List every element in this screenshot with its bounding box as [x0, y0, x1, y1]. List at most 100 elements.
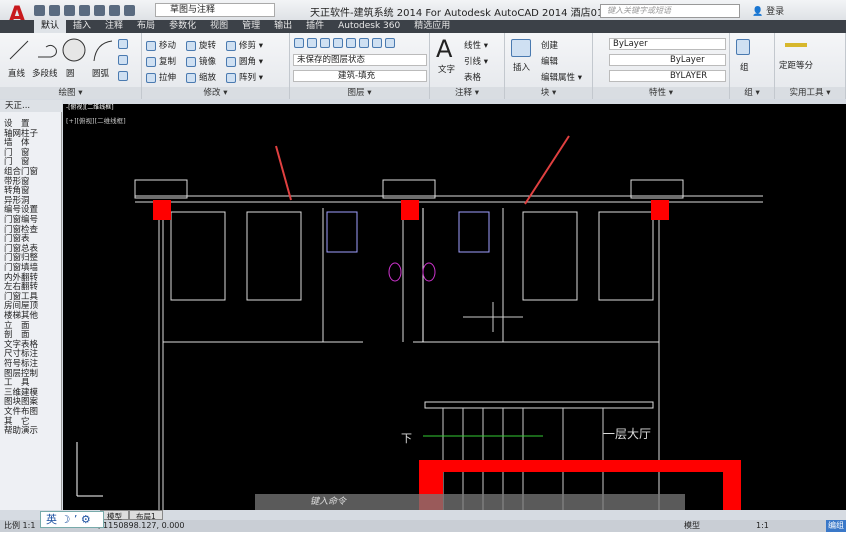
create-block-button[interactable]: 创建: [541, 39, 558, 51]
model-space-button[interactable]: 模型: [684, 520, 700, 532]
sidebar-item[interactable]: 门窗表: [4, 235, 30, 244]
scale-label: 缩放: [199, 73, 217, 83]
ime-language[interactable]: 英: [46, 513, 57, 526]
tab-layout1[interactable]: 布局1: [129, 510, 163, 521]
copy-label: 复制: [159, 57, 177, 67]
insert-button[interactable]: 插入: [513, 61, 530, 73]
measure-icon: [785, 43, 807, 47]
linear-dimension-button[interactable]: 线性 ▾: [464, 39, 488, 51]
redo-icon[interactable]: [124, 4, 135, 16]
command-line-input[interactable]: 键入命令: [255, 494, 685, 510]
draw-panel-title[interactable]: 绘图 ▾: [0, 87, 141, 99]
insert-icon[interactable]: [511, 39, 534, 57]
sidebar-item[interactable]: 组合门窗: [4, 168, 38, 177]
copy-button[interactable]: 复制: [146, 55, 176, 67]
block-panel-title[interactable]: 块 ▾: [505, 87, 592, 99]
trim-button[interactable]: 修剪 ▾: [226, 39, 263, 51]
move-button[interactable]: 移动: [146, 39, 176, 51]
tab-model[interactable]: 模型: [100, 510, 129, 521]
text-button[interactable]: 文字: [438, 63, 455, 75]
tab-layout[interactable]: 布局: [130, 20, 162, 33]
lineweight-dropdown[interactable]: BYLAYER: [609, 70, 726, 82]
search-input[interactable]: 键入关键字或短语: [600, 4, 740, 18]
sidebar-item[interactable]: 门窗编号: [4, 216, 38, 225]
sidebar-item[interactable]: 工 具: [4, 379, 30, 388]
drawing-canvas[interactable]: 一层大厅 下: [63, 112, 846, 510]
edit-group-button[interactable]: 编组: [826, 520, 846, 532]
fillet-button[interactable]: 圆角 ▾: [226, 55, 263, 67]
leader-button[interactable]: 引线 ▾: [464, 55, 488, 67]
rectangle-icon[interactable]: [118, 39, 131, 50]
sidebar-item[interactable]: 文件布图: [4, 408, 38, 417]
divide-button[interactable]: 定距等分: [779, 59, 813, 71]
save-icon[interactable]: [64, 4, 75, 16]
layer-state-dropdown[interactable]: 未保存的图层状态: [293, 54, 427, 66]
tab-manage[interactable]: 管理: [235, 20, 267, 33]
polyline-button[interactable]: 多段线: [32, 67, 58, 79]
sidebar-item[interactable]: 左右翻转: [4, 283, 38, 292]
undo-icon[interactable]: [109, 4, 120, 16]
ribbon: 直线 多段线 圆 圆弧 绘图 ▾ 移动 旋转 修剪 ▾ 复制 镜像 圆角 ▾ 拉…: [0, 33, 846, 99]
utilities-panel-title[interactable]: 实用工具 ▾: [775, 87, 845, 99]
rotate-button[interactable]: 旋转: [186, 39, 216, 51]
rotate-icon: [186, 40, 196, 51]
sidebar-item[interactable]: 剖 面: [4, 331, 30, 340]
edit-block-button[interactable]: 编辑: [541, 55, 558, 67]
save-as-icon[interactable]: [79, 4, 90, 16]
tab-autodesk360[interactable]: Autodesk 360: [331, 20, 407, 33]
tab-parametric[interactable]: 参数化: [162, 20, 203, 33]
sidebar-item[interactable]: 门窗填墙: [4, 264, 38, 273]
array-button[interactable]: 阵列 ▾: [226, 71, 263, 83]
hatch-icon[interactable]: [118, 55, 131, 66]
layer-tool-icons[interactable]: [294, 38, 398, 49]
modify-panel-title[interactable]: 修改 ▾: [142, 87, 289, 99]
tab-featured[interactable]: 精选应用: [407, 20, 457, 33]
stretch-icon: [146, 72, 156, 83]
tab-default[interactable]: 默认: [34, 20, 67, 33]
table-button[interactable]: 表格: [464, 71, 481, 83]
group-icon[interactable]: [736, 39, 753, 55]
circle-button[interactable]: 圆: [66, 67, 75, 79]
tab-plugins[interactable]: 插件: [299, 20, 331, 33]
group-panel-title[interactable]: 组 ▾: [730, 87, 774, 99]
print-icon[interactable]: [94, 4, 105, 16]
viewport-controls[interactable]: [+][俯视][二维线框]: [66, 115, 126, 125]
tab-output[interactable]: 输出: [267, 20, 299, 33]
mirror-label: 镜像: [199, 57, 217, 67]
text-icon[interactable]: A: [436, 35, 452, 63]
mirror-button[interactable]: 镜像: [186, 55, 216, 67]
workspace-dropdown[interactable]: 草图与注释: [155, 3, 275, 17]
linetype-dropdown[interactable]: ByLayer: [609, 54, 726, 66]
layer-dropdown[interactable]: 建筑-填充: [293, 70, 427, 82]
draw-tool-icons: [9, 38, 113, 62]
new-icon[interactable]: [34, 4, 45, 16]
sidebar-item[interactable]: 设 置: [4, 120, 30, 129]
tab-annotate[interactable]: 注释: [98, 20, 130, 33]
properties-panel-title[interactable]: 特性 ▾: [593, 87, 729, 99]
boundary-icon[interactable]: [118, 71, 131, 82]
color-dropdown[interactable]: ByLayer: [609, 38, 726, 50]
sidebar-item[interactable]: 转角窗: [4, 187, 30, 196]
trim-icon: [226, 40, 236, 51]
tab-view[interactable]: 视图: [203, 20, 235, 33]
draw-panel: 直线 多段线 圆 圆弧 绘图 ▾: [0, 33, 142, 99]
annotation-scale[interactable]: 1:1: [756, 520, 769, 532]
sidebar-item[interactable]: 楼梯其他: [4, 312, 38, 321]
sidebar-item[interactable]: 墙 体: [4, 139, 30, 148]
sidebar-item[interactable]: 符号标注: [4, 360, 38, 369]
line-button[interactable]: 直线: [8, 67, 25, 79]
arc-button[interactable]: 圆弧: [92, 67, 109, 79]
stretch-button[interactable]: 拉伸: [146, 71, 176, 83]
edit-attributes-button[interactable]: 编辑属性 ▾: [541, 71, 582, 83]
annotation-panel-title[interactable]: 注释 ▾: [430, 87, 504, 99]
group-button[interactable]: 组: [740, 61, 749, 73]
tab-insert[interactable]: 插入: [66, 20, 98, 33]
layer-panel-title[interactable]: 图层 ▾: [290, 87, 429, 99]
open-icon[interactable]: [49, 4, 60, 16]
login-button[interactable]: 👤 登录: [752, 4, 784, 17]
scale-button[interactable]: 缩放: [186, 71, 216, 83]
trim-label: 修剪 ▾: [239, 41, 263, 51]
sidebar-item[interactable]: 帮助演示: [4, 427, 38, 436]
ime-toolbar[interactable]: 英 ☽ ’ ⚙: [40, 511, 104, 528]
scale-label[interactable]: 比例 1:1: [4, 521, 35, 530]
